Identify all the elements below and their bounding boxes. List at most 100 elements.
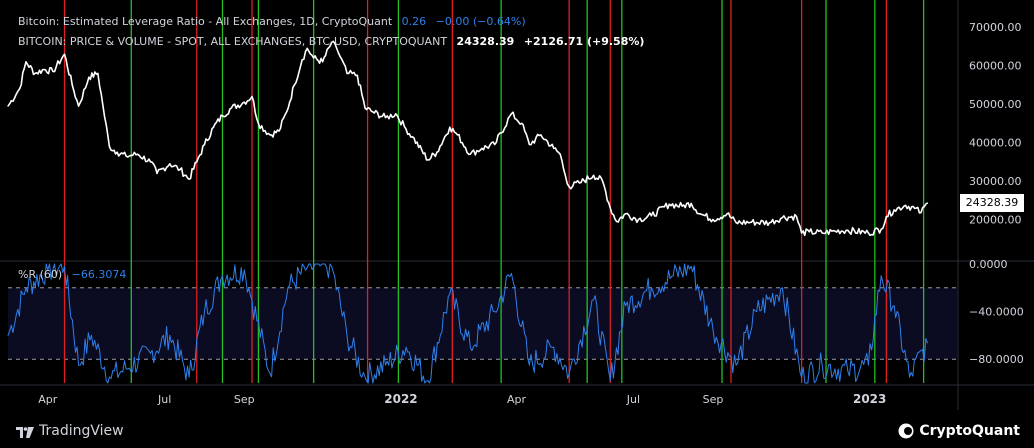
williams-r-point xyxy=(781,287,783,289)
price-point xyxy=(34,72,36,74)
price-point xyxy=(188,178,190,180)
williams-r-point xyxy=(25,287,27,289)
cryptoquant-label: CryptoQuant xyxy=(919,423,1020,439)
price-point xyxy=(668,203,670,205)
price-point xyxy=(52,70,54,73)
price-point xyxy=(637,218,640,221)
tradingview-label: TradingView xyxy=(39,423,124,439)
chart-canvas: 70000.00 60000.00 50000.00 40000.00 30000.00… xyxy=(0,0,1034,410)
price-point xyxy=(726,213,728,215)
price-point xyxy=(469,153,471,155)
williams-r-point xyxy=(494,311,496,313)
price-point xyxy=(905,204,907,206)
price-point xyxy=(269,134,271,136)
price-point xyxy=(867,232,869,234)
price-point xyxy=(102,105,104,107)
williams-r-point xyxy=(801,376,803,378)
price-legend: BITCOIN: PRICE & VOLUME - SPOT, ALL EXCH… xyxy=(18,35,650,48)
price-point xyxy=(616,220,618,223)
price-point xyxy=(712,218,714,221)
price-point xyxy=(212,126,215,128)
price-point xyxy=(578,182,581,184)
price-point xyxy=(196,161,198,163)
price-point xyxy=(43,68,45,71)
price-point xyxy=(97,72,99,74)
price-point xyxy=(63,53,66,55)
price-point xyxy=(108,145,111,148)
williams-r-value: −66.3074 xyxy=(71,268,127,281)
price-point xyxy=(203,143,206,146)
price-point xyxy=(564,174,566,176)
price-point xyxy=(750,221,753,223)
williams-r-point xyxy=(847,370,849,372)
price-point xyxy=(885,215,887,218)
williams-r-point xyxy=(108,376,110,378)
williams-r-point xyxy=(243,269,245,271)
price-point xyxy=(7,105,9,107)
time-axis-tick: 2022 xyxy=(384,392,417,406)
williams-r-point xyxy=(756,311,758,313)
price-point xyxy=(920,212,922,214)
price-point xyxy=(346,72,348,74)
williams-r-point xyxy=(405,346,407,348)
price-point xyxy=(768,222,771,224)
williams-r-point xyxy=(251,299,253,301)
price-point xyxy=(592,174,595,176)
leverage-ratio-name: Bitcoin: Estimated Leverage Ratio - All … xyxy=(18,15,393,28)
price-point xyxy=(78,105,80,107)
williams-r-point xyxy=(926,342,928,344)
time-axis-tick: 2023 xyxy=(853,392,886,406)
leverage-ratio-change: −0.00 (−0.64%) xyxy=(435,15,526,28)
price-point xyxy=(847,229,849,231)
price-point xyxy=(893,209,895,211)
williams-r-point xyxy=(867,364,869,366)
williams-r-point xyxy=(125,368,127,370)
price-point xyxy=(808,231,810,233)
price-series-name: BITCOIN: PRICE & VOLUME - SPOT, ALL EXCH… xyxy=(18,35,448,48)
price-point xyxy=(156,172,158,174)
williams-r-point xyxy=(221,275,223,277)
price-change: +2126.71 (+9.58%) xyxy=(523,35,645,48)
williams-r-point xyxy=(735,364,737,366)
williams-r-point xyxy=(203,311,205,313)
williams-r-point xyxy=(385,364,387,366)
williams-r-point xyxy=(821,364,823,366)
last-price-badge: 24328.39 xyxy=(960,194,1024,212)
price-point xyxy=(257,122,260,124)
williams-r-point xyxy=(908,376,910,378)
time-axis-tick: Sep xyxy=(703,393,724,406)
price-point xyxy=(559,153,561,155)
price-point xyxy=(456,134,459,136)
price-point xyxy=(372,111,374,113)
price-point xyxy=(914,207,916,209)
williams-r-point xyxy=(712,328,714,330)
williams-r-point xyxy=(287,287,289,289)
price-point xyxy=(313,57,315,59)
price-point xyxy=(18,88,21,90)
price-point xyxy=(356,74,358,76)
price-point xyxy=(528,143,530,146)
williams-r-point xyxy=(188,376,190,378)
price-point xyxy=(510,113,512,115)
price-point xyxy=(625,213,627,215)
cryptoquant-icon xyxy=(898,423,914,439)
leverage-ratio-value: 0.26 xyxy=(401,15,427,28)
williams-r-axis-tick: −40.0000 xyxy=(969,306,1024,319)
price-axis-tick: 50000.00 xyxy=(969,98,1022,111)
price-point xyxy=(384,117,387,119)
williams-r-point xyxy=(346,334,348,336)
leverage-ratio-legend: Bitcoin: Estimated Leverage Ratio - All … xyxy=(18,15,532,28)
tradingview-logo[interactable]: TradingView xyxy=(16,423,124,439)
williams-r-point xyxy=(880,275,882,277)
price-point xyxy=(286,111,288,113)
price-point xyxy=(411,136,414,138)
price-point xyxy=(880,228,882,230)
williams-r-point xyxy=(364,376,366,378)
price-point xyxy=(781,217,783,219)
price-point xyxy=(364,107,366,109)
williams-r-axis-tick: −80.0000 xyxy=(969,353,1024,366)
cryptoquant-logo[interactable]: CryptoQuant xyxy=(898,423,1020,439)
tradingview-icon xyxy=(16,426,34,438)
price-point xyxy=(650,215,652,217)
williams-r-point xyxy=(528,364,530,366)
